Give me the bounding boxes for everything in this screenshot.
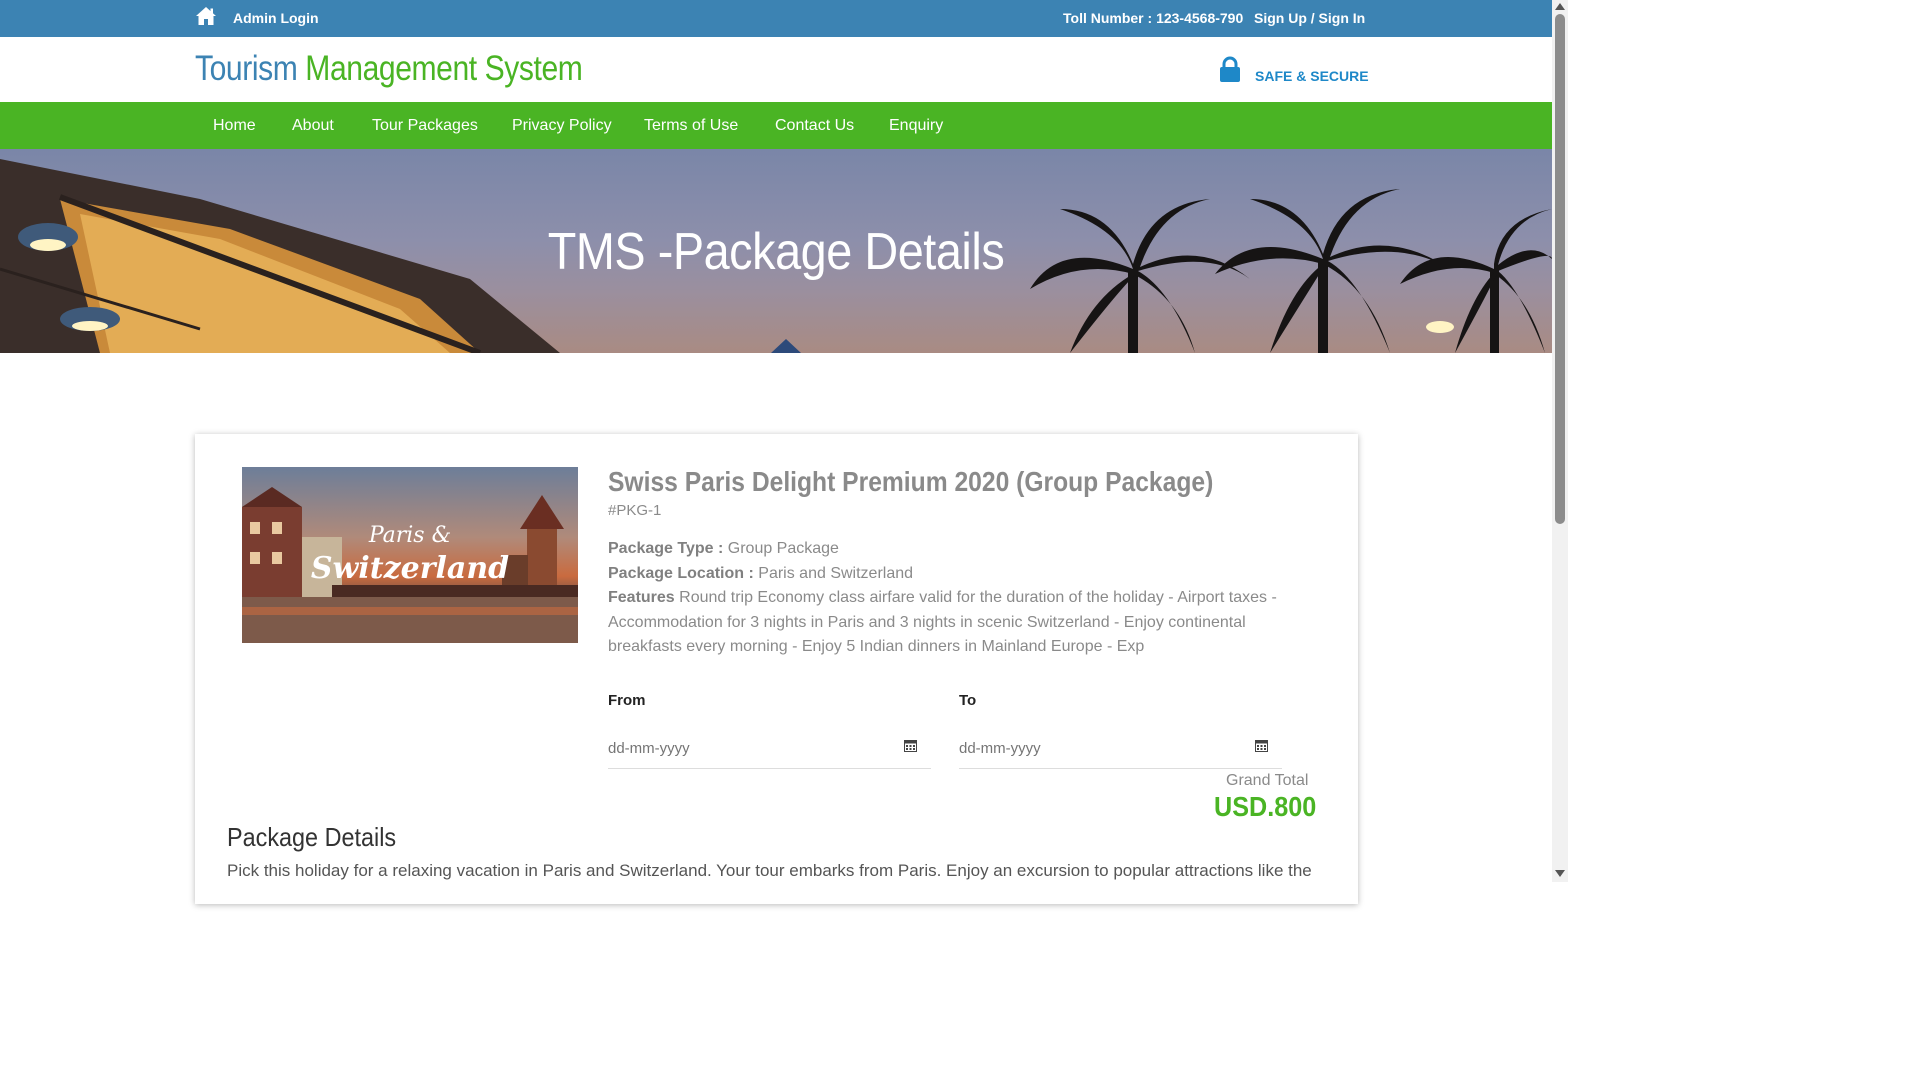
- package-id: #PKG-1: [608, 502, 662, 519]
- to-date-input[interactable]: [959, 729, 1282, 769]
- site-header: Tourism Management System SAFE & SECURE: [0, 37, 1552, 102]
- signup-signin-link[interactable]: Sign Up / Sign In: [1254, 10, 1365, 26]
- package-card: Paris & Switzerland Swiss Paris Delight …: [195, 434, 1358, 904]
- package-type-value: Group Package: [727, 540, 839, 557]
- package-details-heading: Package Details: [227, 822, 397, 852]
- calendar-icon[interactable]: [1255, 739, 1268, 752]
- logo-text-part2: Management System: [305, 49, 583, 88]
- page-title: TMS -Package Details: [547, 223, 1005, 281]
- package-type-row: Package Type : Group Package: [608, 537, 839, 562]
- package-image-text-line1: Paris &: [368, 523, 452, 548]
- package-features-row: Features Round trip Economy class airfar…: [608, 586, 1298, 660]
- nav-item-enquiry[interactable]: Enquiry: [889, 117, 943, 135]
- nav-item-privacy-policy[interactable]: Privacy Policy: [512, 117, 612, 135]
- package-location-value: Paris and Switzerland: [758, 565, 914, 582]
- page-banner: TMS -Package Details: [0, 149, 1552, 353]
- nav-item-tour-packages[interactable]: Tour Packages: [372, 117, 478, 135]
- scroll-down-arrow-icon[interactable]: [1555, 870, 1565, 877]
- to-date-label: To: [959, 692, 977, 709]
- home-icon[interactable]: [195, 6, 217, 26]
- package-details-text: Pick this holiday for a relaxing vacatio…: [227, 861, 1312, 880]
- site-logo[interactable]: Tourism Management System: [195, 49, 583, 89]
- nav-item-about[interactable]: About: [292, 117, 334, 135]
- package-features-label: Features: [608, 589, 675, 606]
- package-image: Paris & Switzerland: [242, 467, 578, 643]
- from-date-input[interactable]: [608, 729, 931, 769]
- lock-icon: [1220, 56, 1240, 82]
- package-name: Swiss Paris Delight Premium 2020 (Group …: [608, 466, 1214, 497]
- top-bar: Admin Login Toll Number : 123-4568-790 S…: [0, 0, 1552, 37]
- safe-secure-label: SAFE & SECURE: [1255, 68, 1369, 84]
- package-image-text-line2: Switzerland: [310, 551, 510, 586]
- grand-total-value: USD.800: [1214, 791, 1317, 822]
- logo-text-part1: Tourism: [195, 49, 298, 88]
- admin-login-link[interactable]: Admin Login: [233, 10, 319, 26]
- main-nav: Home About Tour Packages Privacy Policy …: [0, 102, 1552, 149]
- scrollbar-thumb[interactable]: [1555, 14, 1565, 524]
- toll-number: Toll Number : 123-4568-790: [1063, 10, 1244, 26]
- grand-total-label: Grand Total: [1226, 772, 1309, 789]
- nav-item-terms-of-use[interactable]: Terms of Use: [644, 117, 738, 135]
- calendar-icon[interactable]: [904, 739, 917, 752]
- from-date-label: From: [608, 692, 646, 709]
- package-location-row: Package Location : Paris and Switzerland: [608, 562, 913, 587]
- package-location-label: Package Location :: [608, 565, 754, 582]
- package-type-label: Package Type :: [608, 540, 724, 557]
- nav-item-home[interactable]: Home: [213, 117, 256, 135]
- nav-item-contact-us[interactable]: Contact Us: [775, 117, 854, 135]
- package-features-value: Round trip Economy class airfare valid f…: [608, 589, 1277, 655]
- scroll-up-arrow-icon[interactable]: [1555, 3, 1565, 10]
